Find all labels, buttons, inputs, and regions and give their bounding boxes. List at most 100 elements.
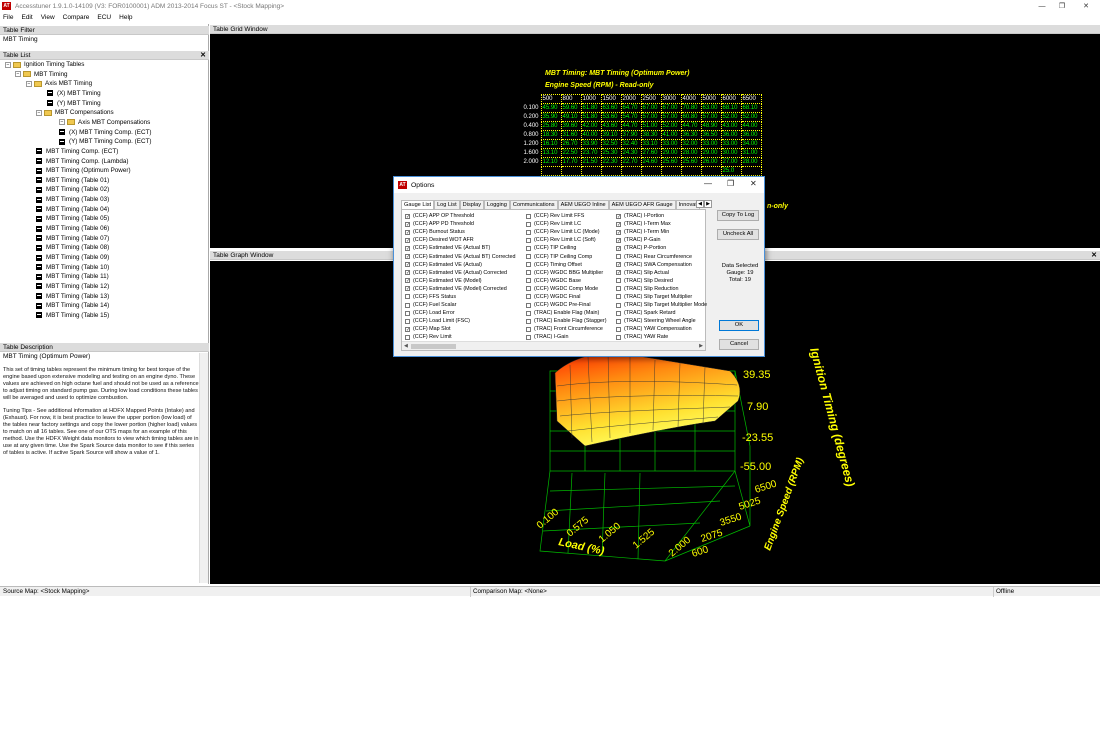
checkbox-icon[interactable] bbox=[526, 302, 531, 308]
checkbox-icon[interactable] bbox=[616, 334, 621, 340]
tree-item[interactable]: MBT Timing (Table 13) bbox=[36, 292, 109, 301]
table-cell[interactable] bbox=[600, 166, 622, 176]
table-cell[interactable]: 27.60 bbox=[640, 148, 662, 158]
checkbox-checked-icon[interactable]: ✓ bbox=[405, 221, 410, 227]
horizontal-scrollbar[interactable]: ◀ ▶ bbox=[402, 341, 705, 350]
gauge-item[interactable]: (CCF) WGDC BBG Multiplier bbox=[526, 269, 607, 277]
gauge-item[interactable]: (CCF) Rev Limit LC (Soft) bbox=[526, 236, 607, 244]
gauge-item[interactable]: (TRAC) Slip Target Multiplier Mode bbox=[616, 301, 707, 309]
table-cell[interactable]: 12.10 bbox=[540, 157, 562, 167]
table-cell[interactable]: 25.60 bbox=[680, 157, 702, 167]
tree-item[interactable]: MBT Timing Comp. (Lambda) bbox=[36, 157, 128, 166]
table-cell[interactable] bbox=[580, 166, 602, 176]
table-cell[interactable]: 59.60 bbox=[560, 103, 582, 113]
table-cell[interactable]: 22.30 bbox=[600, 157, 622, 167]
gauge-item[interactable]: (CCF) Fuel Scalar bbox=[405, 301, 515, 309]
table-cell[interactable]: 44.70 bbox=[620, 121, 642, 131]
gauge-item[interactable]: (TRAC) Steering Wheel Angle bbox=[616, 317, 707, 325]
gauge-item[interactable]: ✓ (CCF) Estimated VE (Actual BT) Correcte… bbox=[405, 252, 515, 260]
table-cell[interactable]: 40.00 bbox=[580, 130, 602, 140]
gauge-item[interactable]: (CCF) WGDC Base bbox=[526, 277, 607, 285]
collapse-icon[interactable]: − bbox=[5, 61, 11, 68]
ok-button[interactable]: OK bbox=[719, 320, 759, 331]
tree-item[interactable]: (X) MBT Timing bbox=[47, 89, 101, 98]
gauge-item[interactable]: ✓ (CCF) Estimated VE (Actual) Corrected bbox=[405, 269, 515, 277]
table-cell[interactable]: 36.00 bbox=[740, 130, 762, 140]
gauge-item[interactable]: ✓ (TRAC) SWA Compensation bbox=[616, 261, 707, 269]
checkbox-icon[interactable] bbox=[526, 326, 531, 332]
table-cell[interactable]: 35.90 bbox=[540, 112, 562, 122]
table-cell[interactable]: 21.50 bbox=[580, 157, 602, 167]
checkbox-icon[interactable] bbox=[526, 318, 531, 324]
gauge-item[interactable]: ✓ (CCF) Estimated VE (Model) Corrected bbox=[405, 285, 515, 293]
gauge-item[interactable]: ✓ (CCF) Estimated VE (Actual BT) bbox=[405, 244, 515, 252]
options-tab[interactable]: AEM UEGO Inline bbox=[557, 200, 609, 209]
table-cell[interactable]: 36.50 bbox=[700, 130, 722, 140]
table-cell[interactable]: 28.00 bbox=[740, 157, 762, 167]
options-tab[interactable]: Communications bbox=[509, 200, 558, 209]
tree-item[interactable]: MBT Timing (Table 15) bbox=[36, 311, 109, 320]
table-cell[interactable]: 18.30 bbox=[540, 130, 562, 140]
gauge-item[interactable]: (CCF) Rev Limit LC bbox=[526, 220, 607, 228]
checkbox-icon[interactable] bbox=[616, 318, 621, 324]
options-tab[interactable]: Display bbox=[459, 200, 484, 209]
table-cell[interactable]: 48.90 bbox=[700, 121, 722, 131]
cancel-button[interactable]: Cancel bbox=[719, 339, 759, 350]
table-cell[interactable]: 36.30 bbox=[680, 130, 702, 140]
tree-item[interactable]: − Axis MBT Compensations bbox=[59, 118, 150, 127]
maximize-button[interactable]: ❐ bbox=[1050, 0, 1074, 12]
checkbox-checked-icon[interactable]: ✓ bbox=[405, 262, 410, 268]
table-cell[interactable]: 34.00 bbox=[740, 139, 762, 149]
table-cell[interactable]: 39.10 bbox=[600, 130, 622, 140]
tree-item[interactable]: (Y) MBT Timing Comp. (ECT) bbox=[59, 137, 151, 146]
gauge-item[interactable]: (TRAC) Slip Target Multiplier bbox=[616, 293, 707, 301]
table-cell[interactable]: 26.00 bbox=[700, 157, 722, 167]
table-cell[interactable]: 63.00 bbox=[700, 103, 722, 113]
table-cell[interactable]: 61.80 bbox=[580, 103, 602, 113]
table-cell[interactable]: 43.00 bbox=[720, 121, 742, 131]
table-cell[interactable] bbox=[620, 166, 642, 176]
checkbox-checked-icon[interactable]: ✓ bbox=[405, 237, 410, 243]
table-cell[interactable]: 29.00 bbox=[700, 148, 722, 158]
checkbox-icon[interactable] bbox=[526, 334, 531, 340]
table-cell[interactable]: 22.50 bbox=[560, 148, 582, 158]
table-cell[interactable]: 31.60 bbox=[560, 130, 582, 140]
minimize-button[interactable]: — bbox=[704, 179, 712, 188]
table-cell[interactable]: 29.00 bbox=[660, 148, 682, 158]
checkbox-icon[interactable] bbox=[526, 262, 531, 268]
checkbox-icon[interactable] bbox=[616, 294, 621, 300]
gauge-item[interactable]: ✓ (CCF) Map Slot bbox=[405, 325, 515, 333]
table-cell[interactable]: 68.10 bbox=[720, 103, 742, 113]
tree-item[interactable]: MBT Timing (Table 02) bbox=[36, 185, 109, 194]
tree-item[interactable]: MBT Timing (Table 07) bbox=[36, 234, 109, 243]
table-cell[interactable]: 57.00 bbox=[700, 112, 722, 122]
table-cell[interactable] bbox=[740, 166, 762, 176]
table-cell[interactable] bbox=[640, 166, 662, 176]
table-cell[interactable]: 60.80 bbox=[680, 112, 702, 122]
gauge-item[interactable]: (CCF) TIP Ceiling bbox=[526, 244, 607, 252]
close-button[interactable]: ✕ bbox=[750, 179, 757, 188]
tree-item[interactable]: MBT Timing (Table 11) bbox=[36, 272, 109, 281]
table-cell[interactable]: 44.00 bbox=[740, 121, 762, 131]
table-cell[interactable]: 25.60 bbox=[660, 157, 682, 167]
checkbox-icon[interactable] bbox=[405, 302, 410, 308]
maximize-button[interactable]: ❐ bbox=[727, 179, 734, 188]
close-icon[interactable]: ✕ bbox=[1091, 251, 1097, 260]
table-cell[interactable]: 33.00 bbox=[720, 139, 742, 149]
tree-item[interactable]: (X) MBT Timing Comp. (ECT) bbox=[59, 128, 151, 137]
table-cell[interactable]: 24.60 bbox=[640, 157, 662, 167]
tree-item[interactable]: MBT Timing (Table 10) bbox=[36, 263, 109, 272]
checkbox-icon[interactable] bbox=[526, 286, 531, 292]
table-cell[interactable]: 70.80 bbox=[680, 103, 702, 113]
checkbox-icon[interactable] bbox=[526, 294, 531, 300]
table-cell[interactable]: 39.60 bbox=[560, 121, 582, 131]
table-cell[interactable]: 42.00 bbox=[580, 121, 602, 131]
table-cell[interactable]: 52.00 bbox=[660, 121, 682, 131]
menu-ecu[interactable]: ECU bbox=[97, 14, 111, 21]
checkbox-icon[interactable] bbox=[616, 302, 621, 308]
table-cell[interactable]: 33.00 bbox=[660, 139, 682, 149]
gauge-item[interactable]: (TRAC) Slip Reduction bbox=[616, 285, 707, 293]
menu-compare[interactable]: Compare bbox=[63, 14, 90, 21]
options-tab[interactable]: Logging bbox=[484, 200, 510, 209]
table-cell[interactable]: 31.00 bbox=[740, 148, 762, 158]
